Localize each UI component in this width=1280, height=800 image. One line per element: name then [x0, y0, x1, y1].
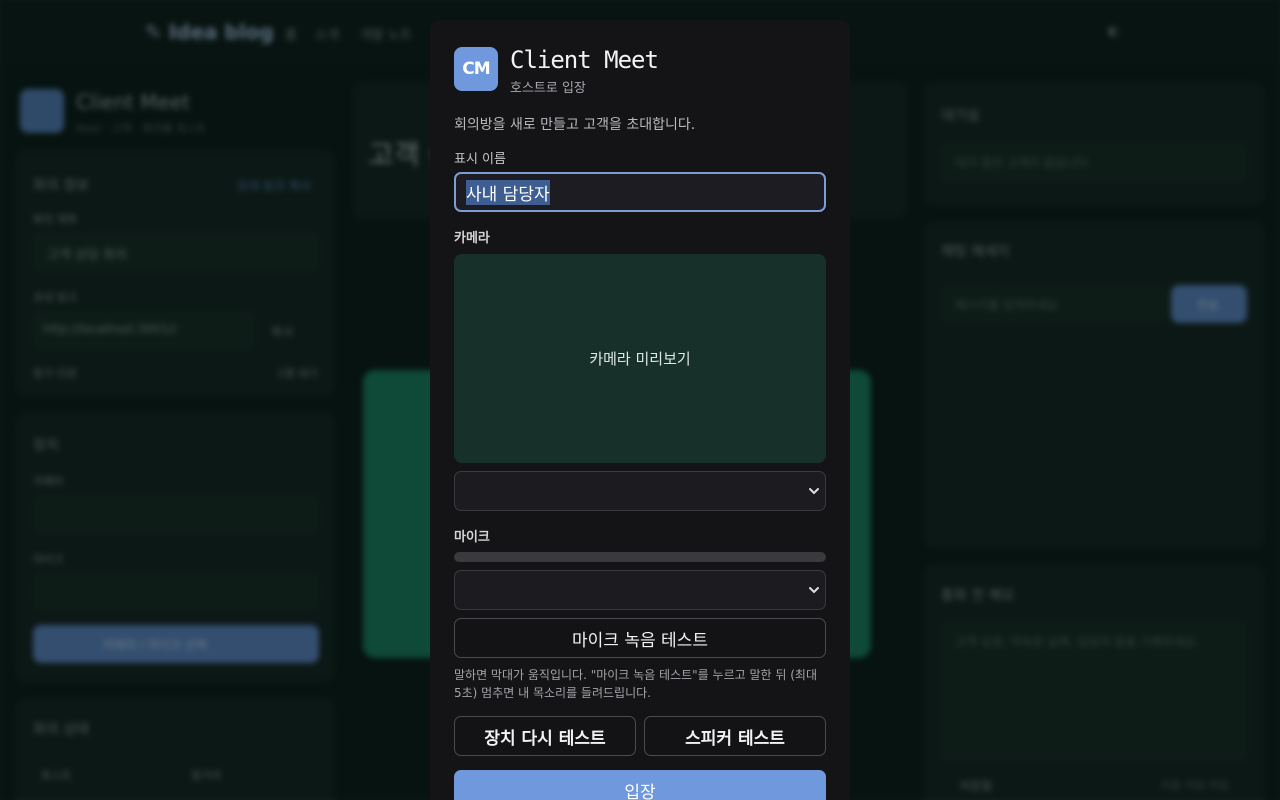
mic-hint: 말하면 막대가 움직입니다. "마이크 녹음 테스트"를 누르고 말한 뒤 (최… [454, 668, 817, 700]
mic-select[interactable] [454, 570, 826, 610]
chevron-down-icon [809, 488, 819, 495]
chevron-down-icon [809, 587, 819, 594]
mic-label: 마이크 [454, 530, 490, 545]
mic-level-meter [454, 552, 826, 562]
speaker-test-button[interactable]: 스피커 테스트 [644, 716, 826, 756]
display-name-input[interactable]: 사내 담당자 [454, 172, 826, 212]
retest-devices-button[interactable]: 장치 다시 테스트 [454, 716, 636, 756]
modal-description: 회의방을 새로 만들고 고객을 초대합니다. [454, 117, 696, 133]
modal-title: Client Meet [510, 46, 659, 74]
app-logo: CM [454, 47, 498, 91]
camera-preview-text: 카메라 미리보기 [589, 350, 691, 368]
camera-label: 카메라 [454, 231, 490, 246]
modal-subtitle: 호스트로 입장 [510, 81, 586, 96]
display-name-value: 사내 담당자 [466, 179, 550, 205]
camera-select[interactable] [454, 471, 826, 511]
mic-record-test-button[interactable]: 마이크 녹음 테스트 [454, 618, 826, 658]
enter-button[interactable]: 입장 [454, 770, 826, 800]
join-modal: CM Client Meet 호스트로 입장 회의방을 새로 만들고 고객을 초… [430, 20, 850, 800]
display-name-label: 표시 이름 [454, 152, 506, 167]
camera-preview: 카메라 미리보기 [454, 254, 826, 463]
